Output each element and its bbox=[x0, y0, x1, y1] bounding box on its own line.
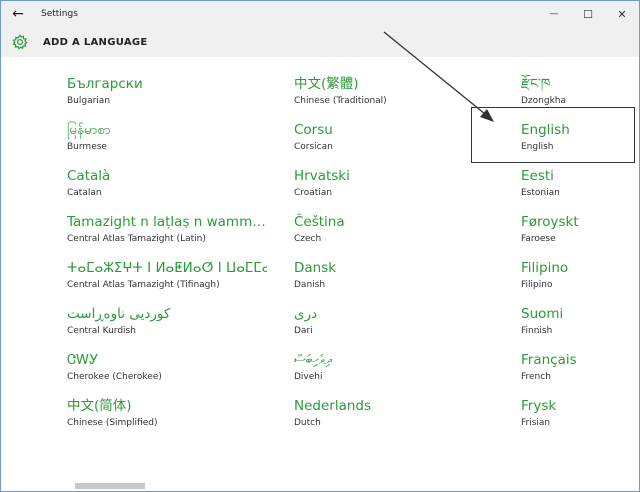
language-english-name: Bulgarian bbox=[67, 96, 111, 106]
language-native-name: Български bbox=[67, 76, 143, 92]
language-item-tamazight-tifinagh[interactable]: ⵜⴰⵎⴰⵣⵉⵖⵜ ⵏ ⵍⴰⵟⵍⴰⵚ ⵏ ⵡⴰⵎⵎⴰⵙ Central Atlas… bbox=[67, 259, 267, 299]
window-controls: — ☐ ✕ bbox=[537, 1, 639, 27]
language-native-name: မြန်မာစာ bbox=[67, 122, 111, 138]
language-item-central-kurdish[interactable]: کوردیی ناوەڕاست Central Kurdish bbox=[67, 305, 267, 345]
language-item-catalan[interactable]: Català Catalan bbox=[67, 167, 267, 207]
language-english-name: Dari bbox=[294, 326, 313, 336]
language-english-name: Czech bbox=[294, 234, 322, 244]
language-english-name: Estonian bbox=[521, 188, 560, 198]
language-english-name: Dutch bbox=[294, 418, 321, 428]
language-item-tamazight-latin[interactable]: Tamazight n laṭlaṣ n wamm… Central Atlas… bbox=[67, 213, 267, 253]
english-highlight-box bbox=[471, 107, 635, 163]
language-english-name: Catalan bbox=[67, 188, 102, 198]
language-native-name: 中文(简体) bbox=[67, 398, 132, 414]
language-native-name: Čeština bbox=[294, 214, 345, 230]
language-native-name: کوردیی ناوەڕاست bbox=[67, 306, 171, 322]
language-native-name: Català bbox=[67, 168, 111, 184]
language-native-name: རྫོང་ཁ bbox=[521, 76, 551, 92]
language-native-name: Français bbox=[521, 352, 577, 368]
page-header: ADD A LANGUAGE bbox=[1, 27, 639, 57]
language-item-dutch[interactable]: Nederlands Dutch bbox=[294, 397, 494, 437]
language-item-czech[interactable]: Čeština Czech bbox=[294, 213, 494, 253]
language-english-name: Burmese bbox=[67, 142, 107, 152]
maximize-button[interactable]: ☐ bbox=[571, 1, 605, 27]
language-english-name: Cherokee (Cherokee) bbox=[67, 372, 162, 382]
language-native-name: ދިވެހިބަސް bbox=[294, 352, 332, 368]
language-native-name: 中文(繁體) bbox=[294, 76, 359, 92]
minimize-button[interactable]: — bbox=[537, 1, 571, 27]
language-native-name: Tamazight n laṭlaṣ n wamm… bbox=[67, 214, 266, 230]
language-english-name: Chinese (Simplified) bbox=[67, 418, 158, 428]
language-item-estonian[interactable]: Eesti Estonian bbox=[521, 167, 631, 207]
language-english-name: Chinese (Traditional) bbox=[294, 96, 387, 106]
language-item-burmese[interactable]: မြန်မာစာ Burmese bbox=[67, 121, 267, 161]
language-english-name: Faroese bbox=[521, 234, 556, 244]
language-native-name: Dansk bbox=[294, 260, 337, 276]
language-english-name: Central Kurdish bbox=[67, 326, 136, 336]
language-native-name: Eesti bbox=[521, 168, 554, 184]
language-english-name: Corsican bbox=[294, 142, 333, 152]
page-title: ADD A LANGUAGE bbox=[43, 36, 148, 48]
language-item-chinese-traditional[interactable]: 中文(繁體) Chinese (Traditional) bbox=[294, 75, 494, 115]
language-native-name: ᏣᎳᎩ bbox=[67, 352, 99, 368]
language-item-finnish[interactable]: Suomi Finnish bbox=[521, 305, 631, 345]
language-item-chinese-simplified[interactable]: 中文(简体) Chinese (Simplified) bbox=[67, 397, 267, 437]
language-english-name: Croatian bbox=[294, 188, 333, 198]
language-native-name: Frysk bbox=[521, 398, 557, 414]
language-item-divehi[interactable]: ދިވެހިބަސް Divehi bbox=[294, 351, 494, 391]
language-item-dari[interactable]: دری Dari bbox=[294, 305, 494, 345]
language-english-name: Finnish bbox=[521, 326, 553, 336]
language-english-name: Filipino bbox=[521, 280, 553, 290]
language-item-french[interactable]: Français French bbox=[521, 351, 631, 391]
language-native-name: Corsu bbox=[294, 122, 333, 138]
scrollbar-thumb[interactable] bbox=[75, 483, 145, 489]
title-bar: ← Settings — ☐ ✕ bbox=[1, 1, 639, 27]
language-native-name: Suomi bbox=[521, 306, 564, 322]
language-native-name: ⵜⴰⵎⴰⵣⵉⵖⵜ ⵏ ⵍⴰⵟⵍⴰⵚ ⵏ ⵡⴰⵎⵎⴰⵙ bbox=[67, 260, 267, 276]
language-native-name: Nederlands bbox=[294, 398, 372, 414]
language-item-bulgarian[interactable]: Български Bulgarian bbox=[67, 75, 267, 115]
language-item-corsican[interactable]: Corsu Corsican bbox=[294, 121, 494, 161]
language-english-name: Central Atlas Tamazight (Tifinagh) bbox=[67, 280, 220, 290]
close-button[interactable]: ✕ bbox=[605, 1, 639, 27]
maximize-icon: ☐ bbox=[583, 7, 593, 21]
language-english-name: Dzongkha bbox=[521, 96, 567, 106]
language-native-name: Filipino bbox=[521, 260, 569, 276]
language-native-name: Hrvatski bbox=[294, 168, 350, 184]
close-icon: ✕ bbox=[617, 7, 627, 21]
language-english-name: Danish bbox=[294, 280, 326, 290]
back-arrow-icon: ← bbox=[12, 6, 24, 22]
language-item-croatian[interactable]: Hrvatski Croatian bbox=[294, 167, 494, 207]
gear-icon bbox=[7, 34, 33, 50]
language-native-name: دری bbox=[294, 306, 318, 322]
window-title: Settings bbox=[41, 9, 78, 19]
language-english-name: Frisian bbox=[521, 418, 551, 428]
language-item-filipino[interactable]: Filipino Filipino bbox=[521, 259, 631, 299]
language-item-danish[interactable]: Dansk Danish bbox=[294, 259, 494, 299]
back-button[interactable]: ← bbox=[1, 1, 35, 27]
settings-window: ← Settings — ☐ ✕ ADD A LANGUAGE Българск… bbox=[0, 0, 640, 492]
language-item-faroese[interactable]: Føroyskt Faroese bbox=[521, 213, 631, 253]
language-english-name: French bbox=[521, 372, 551, 382]
language-native-name: Føroyskt bbox=[521, 214, 579, 230]
language-item-cherokee[interactable]: ᏣᎳᎩ Cherokee (Cherokee) bbox=[67, 351, 267, 391]
language-english-name: Central Atlas Tamazight (Latin) bbox=[67, 234, 206, 244]
minimize-icon: — bbox=[549, 9, 559, 19]
language-english-name: Divehi bbox=[294, 372, 323, 382]
horizontal-scrollbar[interactable] bbox=[1, 480, 639, 491]
language-item-frisian[interactable]: Frysk Frisian bbox=[521, 397, 631, 437]
